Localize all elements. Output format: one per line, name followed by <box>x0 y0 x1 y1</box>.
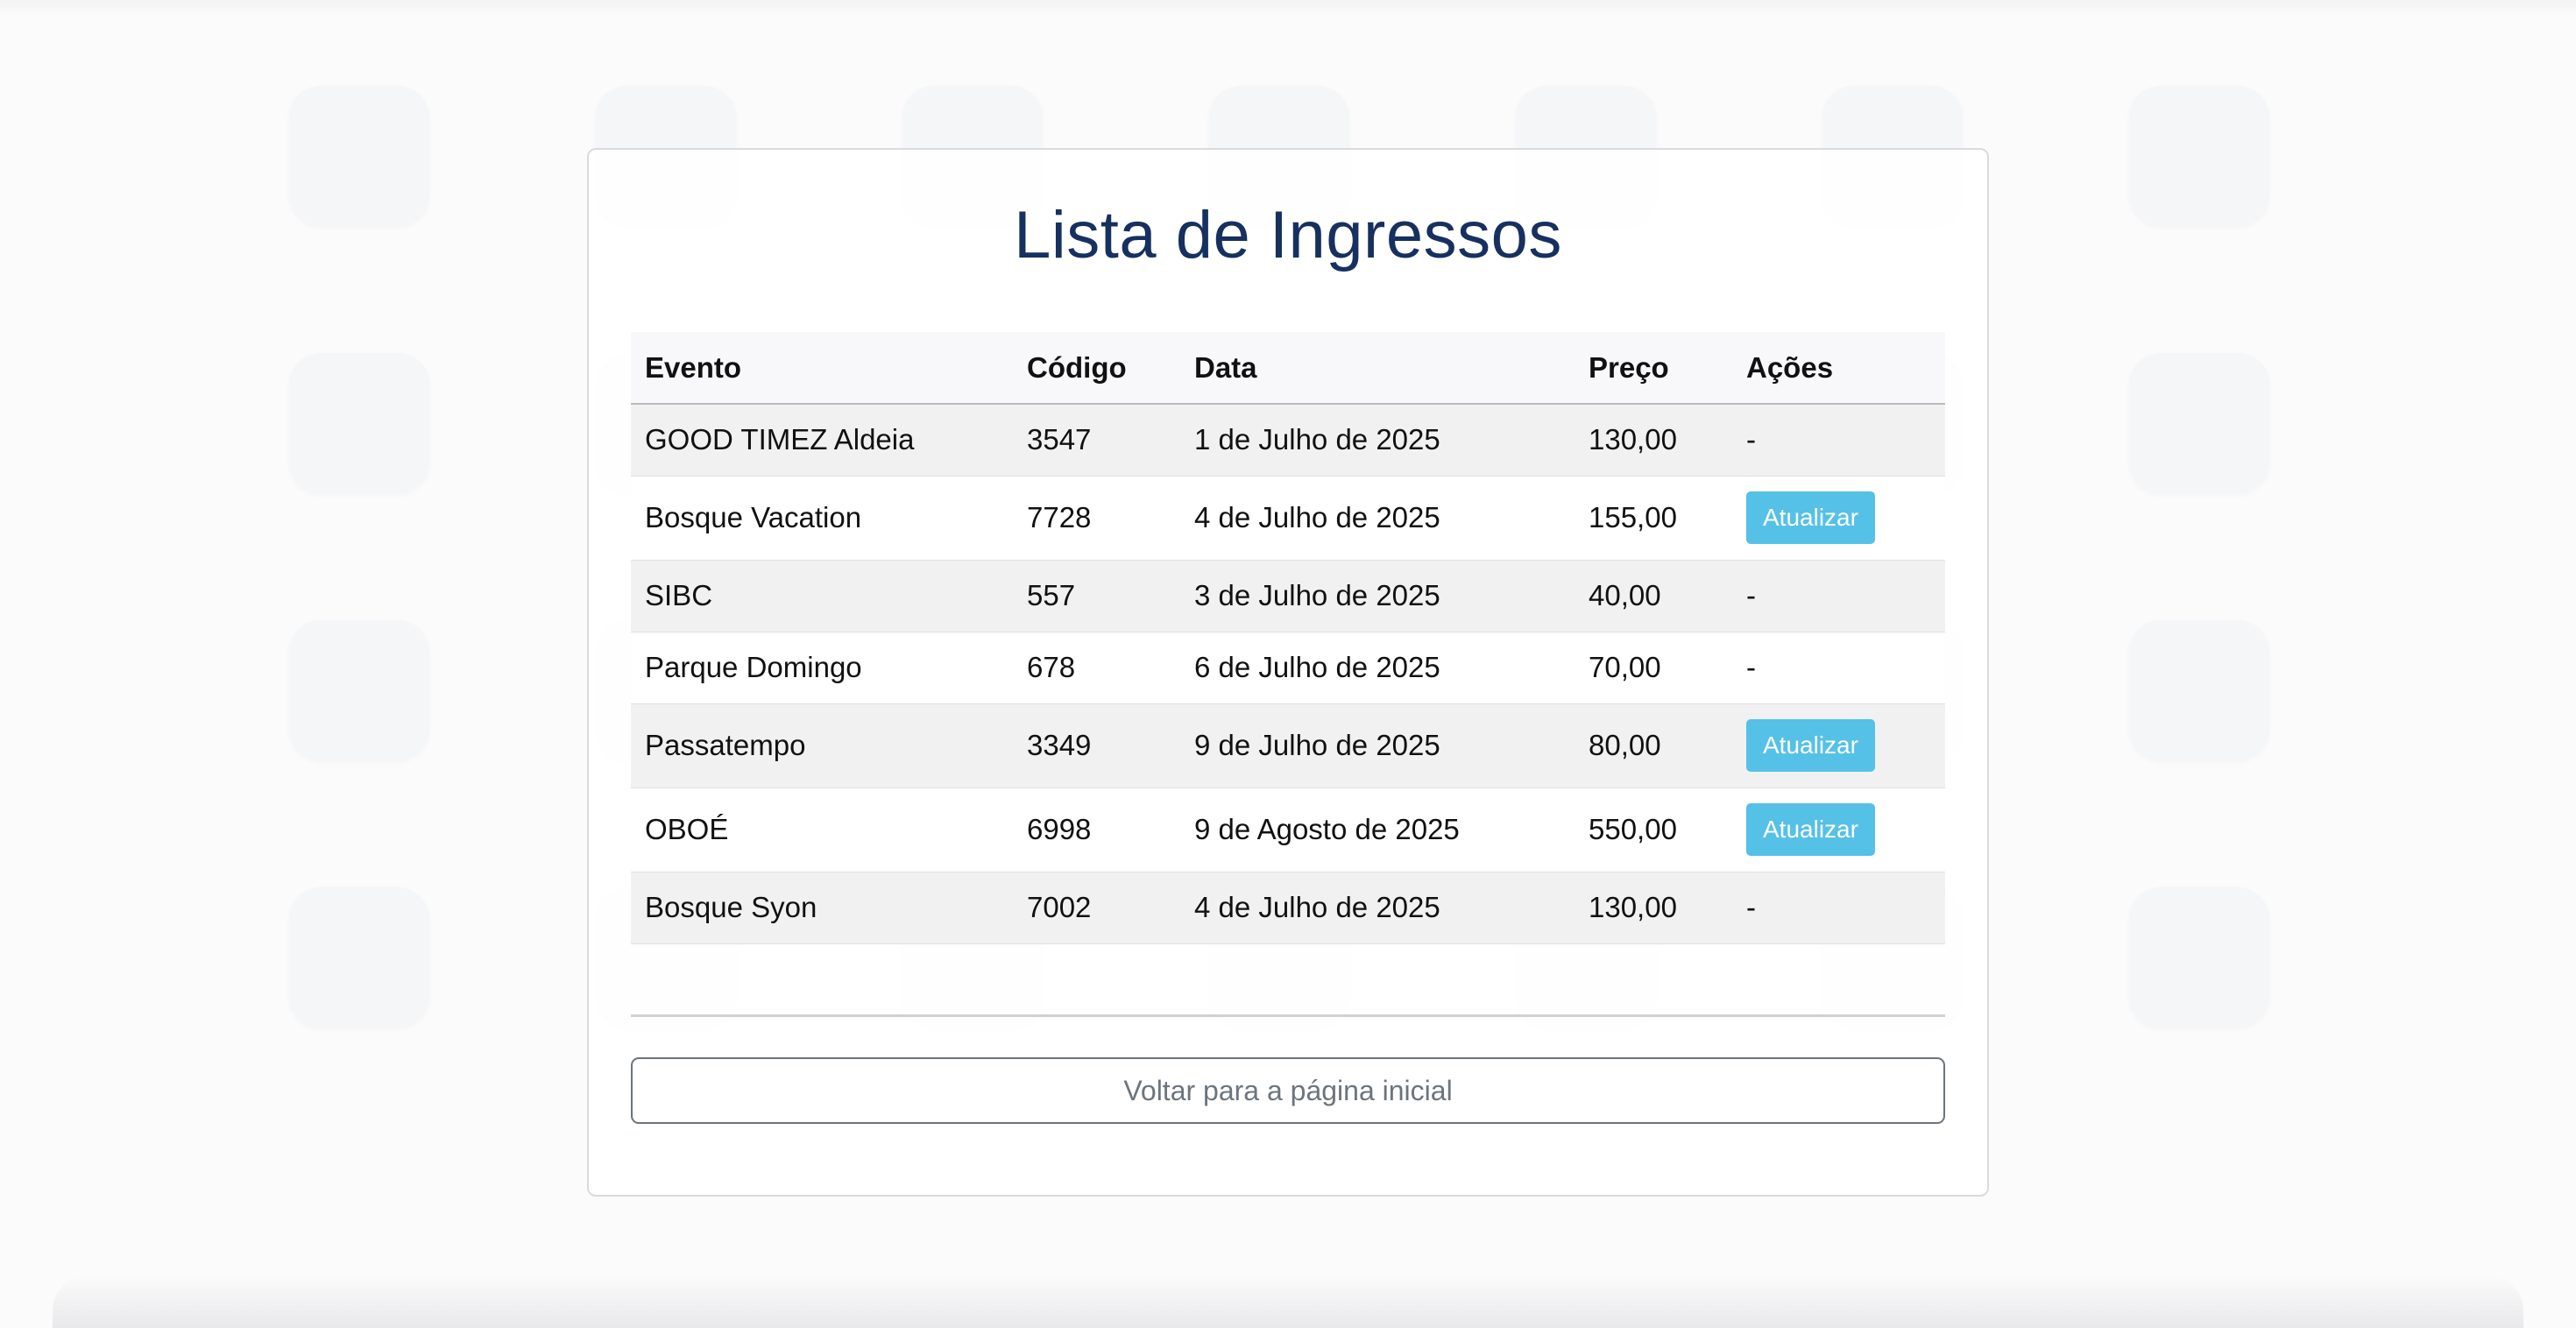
divider <box>631 1014 1945 1017</box>
cell-codigo: 3349 <box>1013 703 1180 788</box>
page-title: Lista de Ingressos <box>1014 198 1562 272</box>
background-app-icon <box>289 353 429 493</box>
cell-data: 4 de Julho de 2025 <box>1180 872 1575 944</box>
cell-evento: Bosque Syon <box>631 872 1013 944</box>
cell-preco: 70,00 <box>1575 632 1732 704</box>
cell-evento: Passatempo <box>631 703 1013 788</box>
cell-codigo: 7002 <box>1013 872 1180 944</box>
cell-evento: SIBC <box>631 560 1013 632</box>
cell-preco: 155,00 <box>1575 476 1732 561</box>
table-row: Passatempo 3349 9 de Julho de 2025 80,00… <box>631 703 1945 788</box>
cell-data: 9 de Julho de 2025 <box>1180 703 1575 788</box>
cell-codigo: 678 <box>1013 632 1180 704</box>
background-top-fade <box>0 0 2576 16</box>
background-app-icon <box>289 86 429 226</box>
cell-acoes: - <box>1732 632 1945 704</box>
background-app-icon <box>289 620 429 760</box>
background-app-icon <box>289 887 429 1028</box>
column-header-codigo: Código <box>1013 332 1180 405</box>
column-header-data: Data <box>1180 332 1575 405</box>
background-app-icon <box>2129 86 2269 226</box>
cell-acoes: Atualizar <box>1732 788 1945 872</box>
column-header-preco: Preço <box>1575 332 1732 405</box>
table-row: Bosque Vacation 7728 4 de Julho de 2025 … <box>631 476 1945 561</box>
cell-evento: OBOÉ <box>631 788 1013 872</box>
tickets-table: Evento Código Data Preço Ações GOOD TIME… <box>631 332 1945 944</box>
update-button[interactable]: Atualizar <box>1746 803 1875 856</box>
cell-acoes: - <box>1732 872 1945 944</box>
cell-evento: GOOD TIMEZ Aldeia <box>631 404 1013 477</box>
background-app-icon <box>2129 353 2269 493</box>
table-row: Parque Domingo 678 6 de Julho de 2025 70… <box>631 632 1945 704</box>
tickets-card: Lista de Ingressos Evento Código Data Pr… <box>587 148 1989 1197</box>
background-dock-shadow <box>53 1275 2523 1328</box>
update-button[interactable]: Atualizar <box>1746 719 1875 772</box>
cell-preco: 550,00 <box>1575 788 1732 872</box>
cell-data: 6 de Julho de 2025 <box>1180 632 1575 704</box>
cell-data: 1 de Julho de 2025 <box>1180 404 1575 477</box>
tickets-table-header: Evento Código Data Preço Ações <box>631 332 1945 405</box>
cell-evento: Parque Domingo <box>631 632 1013 704</box>
header-row: Evento Código Data Preço Ações <box>631 332 1945 405</box>
tickets-table-body: GOOD TIMEZ Aldeia 3547 1 de Julho de 202… <box>631 404 1945 944</box>
cell-codigo: 3547 <box>1013 404 1180 477</box>
background-app-icon <box>2129 887 2269 1028</box>
background-app-icon <box>2129 620 2269 760</box>
cell-data: 4 de Julho de 2025 <box>1180 476 1575 561</box>
table-row: Bosque Syon 7002 4 de Julho de 2025 130,… <box>631 872 1945 944</box>
cell-acoes: Atualizar <box>1732 476 1945 561</box>
update-button[interactable]: Atualizar <box>1746 491 1875 544</box>
cell-acoes: - <box>1732 404 1945 477</box>
cell-evento: Bosque Vacation <box>631 476 1013 561</box>
back-to-home-button[interactable]: Voltar para a página inicial <box>631 1056 1945 1124</box>
table-row: GOOD TIMEZ Aldeia 3547 1 de Julho de 202… <box>631 404 1945 477</box>
cell-codigo: 6998 <box>1013 788 1180 872</box>
cell-codigo: 7728 <box>1013 476 1180 561</box>
cell-data: 9 de Agosto de 2025 <box>1180 788 1575 872</box>
cell-preco: 40,00 <box>1575 560 1732 632</box>
cell-acoes: Atualizar <box>1732 703 1945 788</box>
table-row: OBOÉ 6998 9 de Agosto de 2025 550,00 Atu… <box>631 788 1945 872</box>
cell-preco: 130,00 <box>1575 404 1732 477</box>
cell-codigo: 557 <box>1013 560 1180 632</box>
cell-acoes: - <box>1732 560 1945 632</box>
column-header-evento: Evento <box>631 332 1013 405</box>
cell-data: 3 de Julho de 2025 <box>1180 560 1575 632</box>
table-row: SIBC 557 3 de Julho de 2025 40,00 - <box>631 560 1945 632</box>
column-header-acoes: Ações <box>1732 332 1945 405</box>
cell-preco: 80,00 <box>1575 703 1732 788</box>
cell-preco: 130,00 <box>1575 872 1732 944</box>
